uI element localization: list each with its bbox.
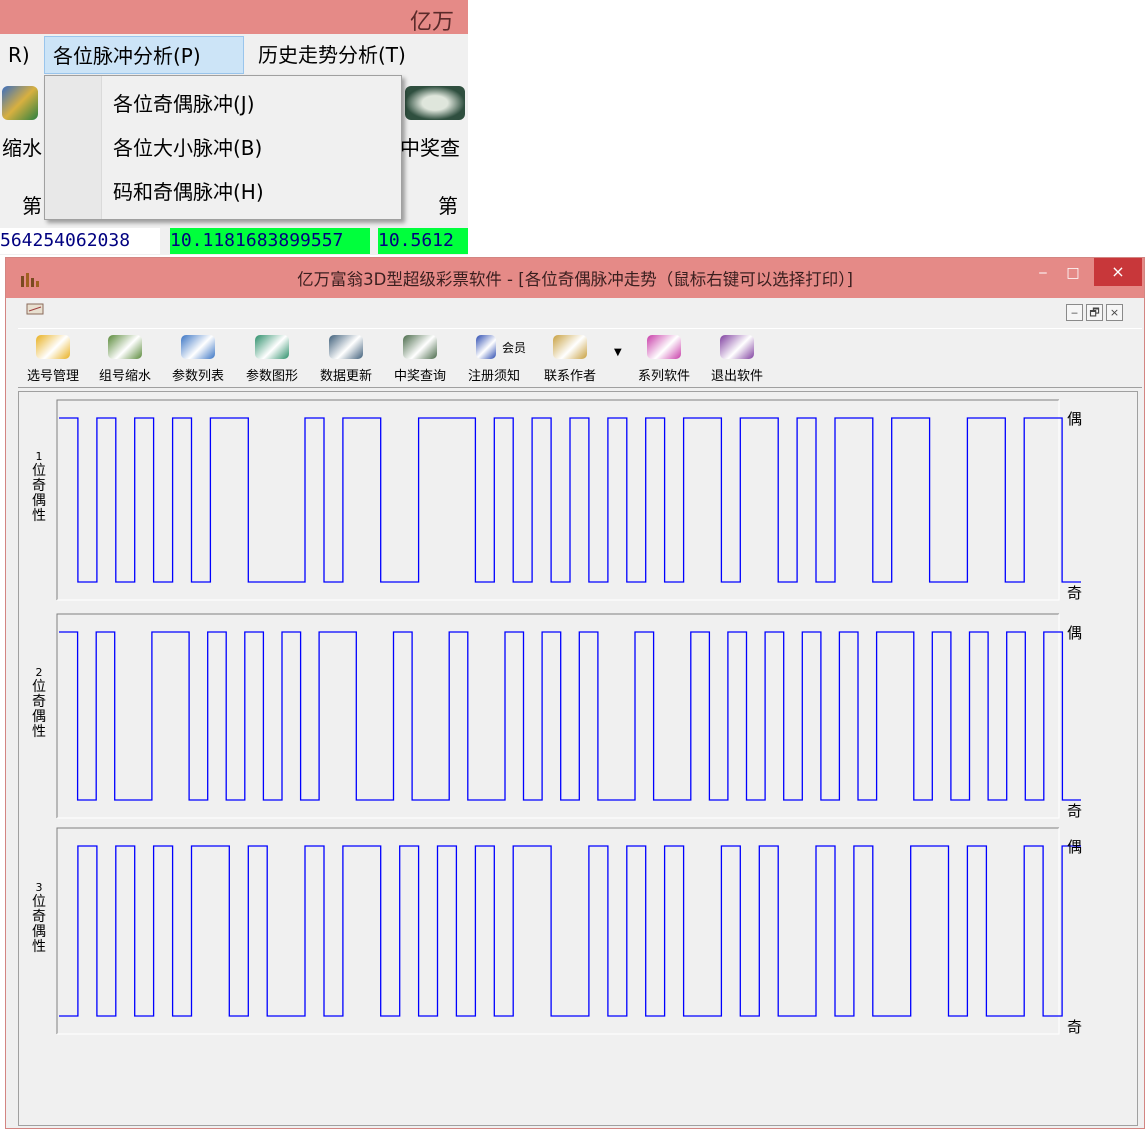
data-cell: 10.5612	[378, 228, 468, 254]
toolbar-label: 联系作者	[543, 369, 596, 384]
pulse-series-line	[59, 845, 1081, 1017]
go-icon	[720, 335, 754, 359]
chart-title-char: 1	[36, 450, 43, 463]
row-label-left: 第	[22, 194, 42, 218]
pulse-chart-3: 3位奇偶性偶奇	[32, 827, 1082, 1036]
even-label: 偶	[1067, 624, 1082, 642]
window-title: 亿万富翁3D型超级彩票软件 - [各位奇偶脉冲走势（鼠标右键可以选择打印）]	[297, 270, 853, 289]
mdi-close-button[interactable]: ×	[1106, 304, 1123, 321]
member-icon	[476, 335, 496, 359]
background-title-text: 亿万	[410, 10, 455, 35]
close-button[interactable]: ×	[1094, 258, 1142, 286]
chart-title-char: 位	[32, 463, 46, 479]
chart-title-char: 偶	[32, 709, 46, 725]
chart-title-char: 3	[36, 881, 43, 894]
chart-frame	[56, 399, 1059, 600]
even-label: 偶	[1067, 410, 1082, 428]
chart-frame	[56, 827, 1059, 1034]
mdi-minimize-button[interactable]: ‒	[1066, 304, 1083, 321]
chart-frame-highlight	[57, 828, 1060, 1035]
pulse-analysis-dropdown: 各位奇偶脉冲(J) 各位大小脉冲(B) 码和奇偶脉冲(H)	[44, 75, 402, 220]
dropdown-item-position-big-small[interactable]: 各位大小脉冲(B)	[113, 128, 262, 168]
toolbar-label: 系列软件	[637, 369, 690, 384]
toolbar-label: 中奖查询	[393, 369, 446, 384]
chart-title-char: 位	[32, 679, 46, 695]
chart-frame-highlight	[57, 400, 1060, 601]
even-label: 偶	[1067, 838, 1082, 856]
dropdown-icon-gutter	[45, 76, 102, 219]
pulse-series-line	[59, 631, 1081, 801]
toolbar-label: 退出软件	[710, 369, 763, 384]
menu-item-history-trend[interactable]: 历史走势分析(T)	[250, 36, 414, 74]
row-label-right: 第	[438, 194, 458, 218]
dropdown-item-sum-odd-even[interactable]: 码和奇偶脉冲(H)	[113, 172, 264, 212]
pulse-chart-2: 2位奇偶性偶奇	[32, 613, 1082, 820]
toolbar-label: 参数图形	[245, 369, 298, 384]
chart-area: 1位奇偶性偶奇2位奇偶性偶奇3位奇偶性偶奇	[18, 391, 1138, 1126]
odd-label: 奇	[1067, 802, 1082, 820]
mdi-bar	[6, 298, 1144, 322]
pulse-charts: 1位奇偶性偶奇2位奇偶性偶奇3位奇偶性偶奇	[32, 399, 1082, 1036]
data-cell: 10.1181683899557	[170, 228, 370, 254]
toolbar-label-shrink: 缩水	[2, 136, 42, 160]
dropdown-arrow-icon[interactable]: ▼	[614, 347, 622, 358]
chart-books-icon	[255, 335, 289, 359]
toolbar-label: 选号管理	[26, 369, 79, 384]
toolbar-label: 组号缩水	[98, 369, 151, 384]
toolbar-label: 数据更新	[319, 369, 372, 384]
chart-title-char: 2	[36, 666, 43, 679]
toolbar-button-2[interactable]: 组号缩水	[90, 329, 160, 387]
toolbar-button-1[interactable]: 选号管理	[18, 329, 88, 387]
pulse-chart-1: 1位奇偶性偶奇	[32, 399, 1082, 602]
books-icon	[108, 335, 142, 359]
chart-title-char: 偶	[32, 924, 46, 940]
chart-title-char: 奇	[32, 908, 46, 925]
toolbar-button-10[interactable]: 退出软件	[702, 329, 772, 387]
select-number-icon	[36, 335, 70, 359]
menu-item-r[interactable]: R)	[0, 36, 38, 74]
chart-title-char: 性	[32, 508, 46, 524]
chart-title-char: 偶	[32, 493, 46, 509]
main-window: 亿万富翁3D型超级彩票软件 - [各位奇偶脉冲走势（鼠标右键可以选择打印）] ‒…	[5, 257, 1145, 1129]
toolbar-button-8[interactable]: 联系作者	[534, 329, 606, 387]
chart-title-char: 奇	[32, 477, 46, 494]
mdi-restore-button[interactable]: 🗗	[1086, 304, 1103, 321]
globe-icon	[403, 335, 437, 359]
odd-label: 奇	[1067, 584, 1082, 602]
toolbar-label: 参数列表	[171, 369, 224, 384]
background-window: 亿万 R) 各位脉冲分析(P) 历史走势分析(T) 缩水 中奖查 第 第 564…	[0, 0, 468, 255]
toolbar-button-4[interactable]: 参数图形	[236, 329, 308, 387]
toolbar-button-7[interactable]: 会员注册须知	[458, 329, 530, 387]
odd-label: 奇	[1067, 1018, 1082, 1036]
computer-icon	[329, 335, 363, 359]
document-icon	[26, 303, 44, 315]
toolbar-button-9[interactable]: 系列软件	[630, 329, 698, 387]
globe-icon[interactable]	[405, 86, 465, 120]
member-badge: 会员	[502, 341, 527, 355]
hot-icon	[647, 335, 681, 359]
toolbar-button-3[interactable]: 参数列表	[162, 329, 234, 387]
chart-title-char: 性	[32, 724, 46, 740]
toolbar-label: 注册须知	[467, 369, 520, 384]
dropdown-item-position-odd-even[interactable]: 各位奇偶脉冲(J)	[113, 84, 255, 124]
chart-title-char: 位	[32, 894, 46, 910]
chart-title-char: 奇	[32, 693, 46, 710]
data-cell: 564254062038	[0, 228, 160, 254]
toolbar-button-6[interactable]: 中奖查询	[384, 329, 456, 387]
main-toolbar: 选号管理 组号缩水 参数列表 参数图形 数据更新 中奖查询 会员 注册须知 联系作者 系列软件 退出…	[18, 328, 1142, 388]
maximize-button[interactable]: □	[1058, 260, 1088, 286]
menu-item-pulse-analysis[interactable]: 各位脉冲分析(P)	[44, 36, 244, 74]
envelope-icon	[553, 335, 587, 359]
background-title-bar: 亿万	[0, 0, 468, 35]
minimize-button[interactable]: ‒	[1028, 260, 1058, 286]
main-title-bar: 亿万富翁3D型超级彩票软件 - [各位奇偶脉冲走势（鼠标右键可以选择打印）] ‒…	[6, 258, 1144, 298]
toolbar-button-5[interactable]: 数据更新	[310, 329, 382, 387]
chart-title-char: 性	[32, 939, 46, 955]
toolbar-label-lottery-query: 中奖查	[400, 136, 460, 160]
books-icon[interactable]	[2, 86, 38, 120]
pulse-series-line	[59, 417, 1081, 583]
list-icon	[181, 335, 215, 359]
